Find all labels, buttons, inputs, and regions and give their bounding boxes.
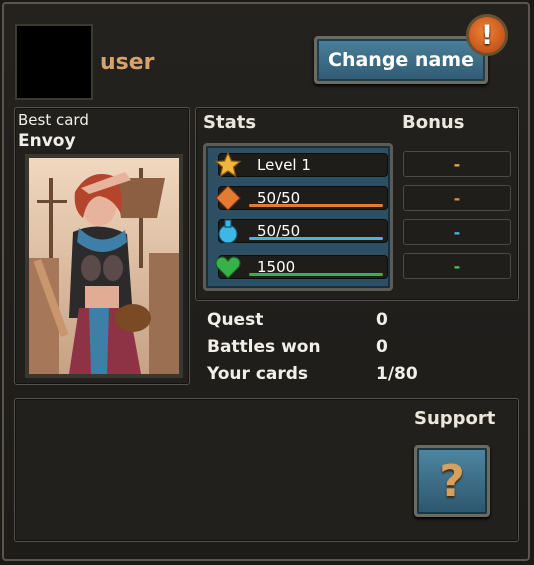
question-mark-icon: ? [439, 455, 465, 507]
your-cards-value: 1/80 [376, 364, 418, 384]
avatar[interactable] [15, 24, 93, 100]
stats-title: Stats [203, 112, 257, 133]
exclamation-icon[interactable]: ! [466, 14, 508, 56]
star-icon [213, 150, 243, 180]
change-name-label: Change name [328, 49, 474, 71]
heart-icon [213, 252, 243, 282]
stat-health-bar [249, 273, 383, 276]
stat-mana-bar [249, 237, 383, 240]
stat-row-energy: 50/50 [215, 185, 388, 211]
quest-label: Quest [207, 310, 264, 330]
battles-won-label: Battles won [207, 337, 321, 357]
your-cards-label: Your cards [207, 364, 309, 384]
stat-energy-bar [249, 204, 383, 207]
potion-icon [213, 216, 243, 246]
username: user [100, 50, 155, 75]
card-illustration [29, 158, 179, 374]
stat-row-mana: 50/50 [218, 219, 388, 244]
bonus-health: - [403, 253, 511, 279]
support-button[interactable]: ? [414, 445, 490, 517]
stat-row-level: Level 1 [214, 151, 388, 178]
best-card-image[interactable] [25, 154, 183, 378]
best-card-label: Best card [18, 111, 89, 129]
best-card-name: Envoy [18, 131, 76, 151]
bonus-title: Bonus [402, 112, 465, 133]
stats-box: Level 1 50/50 50/50 1500 [203, 143, 393, 291]
bonus-mana: - [403, 219, 511, 245]
stat-level-text: Level 1 [257, 156, 311, 174]
stat-row-health: 1500 [215, 255, 388, 279]
quest-value: 0 [376, 310, 388, 330]
change-name-button[interactable]: Change name [314, 36, 488, 84]
support-title: Support [414, 408, 496, 429]
bonus-energy: - [403, 185, 511, 211]
diamond-icon [213, 183, 243, 213]
battles-won-value: 0 [376, 337, 388, 357]
bonus-level: - [403, 151, 511, 177]
